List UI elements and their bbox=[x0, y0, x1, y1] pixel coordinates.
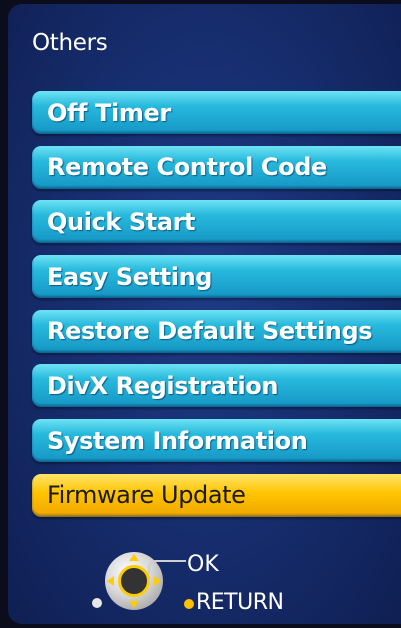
ok-button-icon bbox=[118, 565, 150, 597]
ok-connector-line bbox=[148, 560, 186, 574]
menu-item-restore-default-settings[interactable]: Restore Default Settings bbox=[32, 309, 401, 353]
white-dot-icon bbox=[92, 598, 102, 608]
arrow-down-icon bbox=[129, 601, 139, 608]
ok-label: OK bbox=[187, 552, 219, 577]
menu-item-quick-start[interactable]: Quick Start bbox=[32, 200, 401, 244]
menu-item-firmware-update[interactable]: Firmware Update bbox=[32, 473, 401, 517]
menu-screen: Others Off Timer Remote Control Code Qui… bbox=[8, 4, 401, 624]
arrow-up-icon bbox=[129, 554, 139, 561]
menu-item-off-timer[interactable]: Off Timer bbox=[32, 91, 401, 134]
menu-list: Off Timer Remote Control Code Quick Star… bbox=[32, 91, 401, 529]
menu-item-easy-setting[interactable]: Easy Setting bbox=[32, 255, 401, 299]
arrow-right-icon bbox=[154, 576, 161, 586]
menu-title: Others bbox=[32, 30, 108, 56]
menu-item-system-information[interactable]: System Information bbox=[32, 419, 401, 463]
arrow-left-icon bbox=[107, 576, 114, 586]
return-label: RETURN bbox=[196, 590, 284, 615]
menu-item-remote-control-code[interactable]: Remote Control Code bbox=[32, 145, 401, 189]
button-legend: OK RETURN bbox=[90, 544, 350, 624]
return-dot-icon bbox=[184, 599, 194, 609]
menu-item-divx-registration[interactable]: DivX Registration bbox=[32, 364, 401, 408]
